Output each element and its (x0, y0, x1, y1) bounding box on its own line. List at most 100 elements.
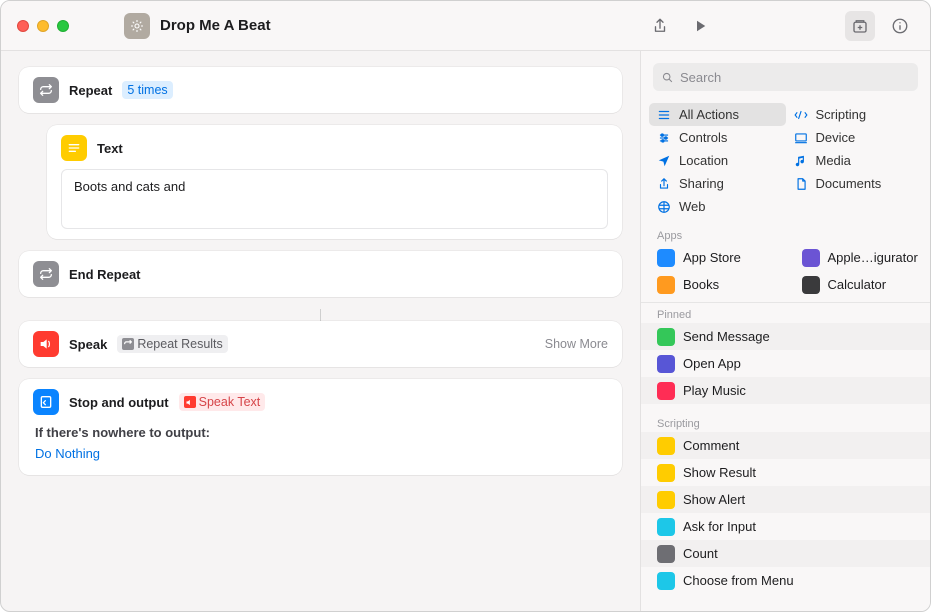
action-icon (657, 355, 675, 373)
category-media[interactable]: Media (786, 149, 923, 172)
app-books[interactable]: Books (641, 271, 786, 298)
repeat-icon (33, 261, 59, 287)
action-text[interactable]: Text Boots and cats and (47, 125, 622, 239)
show-more-button[interactable]: Show More (545, 337, 608, 351)
stop-output-icon (33, 389, 59, 415)
action-count[interactable]: Count (641, 540, 930, 567)
action-icon (657, 382, 675, 400)
speak-input-variable-token[interactable]: Repeat Results (117, 335, 227, 353)
action-end-repeat[interactable]: End Repeat (19, 251, 622, 297)
titlebar: Drop Me A Beat (1, 1, 930, 51)
search-field[interactable] (653, 63, 918, 91)
action-label: Open App (683, 356, 741, 371)
scripting-section-label: Scripting (641, 412, 930, 432)
action-title: End Repeat (69, 267, 141, 282)
category-label: Web (679, 199, 706, 214)
category-grid: All Actions Controls Location Sharing Web Sc… (641, 99, 930, 224)
category-label: Media (816, 153, 851, 168)
minimize-window-button[interactable] (37, 20, 49, 32)
device-icon (794, 131, 808, 145)
category-label: Sharing (679, 176, 724, 191)
action-label: Send Message (683, 329, 770, 344)
action-show-result[interactable]: Show Result (641, 459, 930, 486)
action-label: Show Alert (683, 492, 745, 507)
controls-icon (657, 131, 671, 145)
window-title: Drop Me A Beat (160, 17, 271, 34)
app-label: Calculator (828, 277, 887, 292)
stop-input-variable-token[interactable]: Speak Text (179, 393, 266, 411)
text-icon (61, 135, 87, 161)
action-title: Repeat (69, 83, 112, 98)
location-icon (657, 154, 671, 168)
app-label: Books (683, 277, 719, 292)
action-comment[interactable]: Comment (641, 432, 930, 459)
info-button[interactable] (885, 11, 915, 41)
output-fallback-label: If there's nowhere to output: (35, 425, 608, 440)
category-scripting[interactable]: Scripting (786, 103, 923, 126)
search-icon (661, 71, 674, 84)
category-label: All Actions (679, 107, 739, 122)
action-label: Count (683, 546, 718, 561)
app-window: Drop Me A Beat Repeat 5 ti (0, 0, 931, 612)
sharing-icon (657, 177, 671, 191)
shortcut-editor[interactable]: Repeat 5 times Text Boots and cats and (1, 51, 640, 611)
action-icon (657, 518, 675, 536)
action-show-alert[interactable]: Show Alert (641, 486, 930, 513)
category-location[interactable]: Location (649, 149, 786, 172)
output-fallback-value[interactable]: Do Nothing (35, 446, 608, 461)
action-play-music[interactable]: Play Music (641, 377, 930, 404)
search-input[interactable] (680, 70, 910, 85)
app-label: Apple…igurator (828, 250, 918, 265)
close-window-button[interactable] (17, 20, 29, 32)
action-label: Show Result (683, 465, 756, 480)
repeat-variable-icon (122, 338, 134, 350)
actions-sidebar: All Actions Controls Location Sharing Web Sc… (640, 51, 930, 611)
documents-icon (794, 177, 808, 191)
run-shortcut-button[interactable] (685, 11, 715, 41)
media-icon (794, 154, 808, 168)
action-stop-output[interactable]: Stop and output Speak Text If there's no… (19, 379, 622, 475)
zoom-window-button[interactable] (57, 20, 69, 32)
text-content-input[interactable]: Boots and cats and (61, 169, 608, 229)
category-documents[interactable]: Documents (786, 172, 923, 195)
shortcut-app-icon (124, 13, 150, 39)
action-icon (657, 491, 675, 509)
action-label: Comment (683, 438, 739, 453)
category-all[interactable]: All Actions (649, 103, 786, 126)
app-app-store[interactable]: App Store (641, 244, 786, 271)
action-icon (657, 572, 675, 590)
share-button[interactable] (645, 11, 675, 41)
repeat-icon (33, 77, 59, 103)
action-label: Choose from Menu (683, 573, 794, 588)
action-title: Speak (69, 337, 107, 352)
category-label: Device (816, 130, 856, 145)
category-sharing[interactable]: Sharing (649, 172, 786, 195)
action-choose-from-menu[interactable]: Choose from Menu (641, 567, 930, 594)
action-icon (657, 464, 675, 482)
category-controls[interactable]: Controls (649, 126, 786, 149)
category-web[interactable]: Web (649, 195, 786, 218)
window-controls (17, 20, 69, 32)
action-icon (657, 437, 675, 455)
web-icon (657, 200, 671, 214)
category-device[interactable]: Device (786, 126, 923, 149)
app-label: App Store (683, 250, 741, 265)
action-speak[interactable]: Speak Repeat Results Show More (19, 321, 622, 367)
action-send-message[interactable]: Send Message (641, 323, 930, 350)
action-label: Play Music (683, 383, 746, 398)
app-icon (657, 276, 675, 294)
scripting-icon (794, 108, 808, 122)
action-ask-for-input[interactable]: Ask for Input (641, 513, 930, 540)
pinned-section-label: Pinned (641, 303, 930, 323)
actions-library-button[interactable] (845, 11, 875, 41)
speaker-variable-icon (184, 396, 196, 408)
category-label: Location (679, 153, 728, 168)
app-calculator[interactable]: Calculator (786, 271, 931, 298)
action-label: Ask for Input (683, 519, 756, 534)
action-open-app[interactable]: Open App (641, 350, 930, 377)
app-apple-igurator[interactable]: Apple…igurator (786, 244, 931, 271)
action-repeat[interactable]: Repeat 5 times (19, 67, 622, 113)
action-icon (657, 328, 675, 346)
repeat-count-token[interactable]: 5 times (122, 81, 172, 99)
action-icon (657, 545, 675, 563)
